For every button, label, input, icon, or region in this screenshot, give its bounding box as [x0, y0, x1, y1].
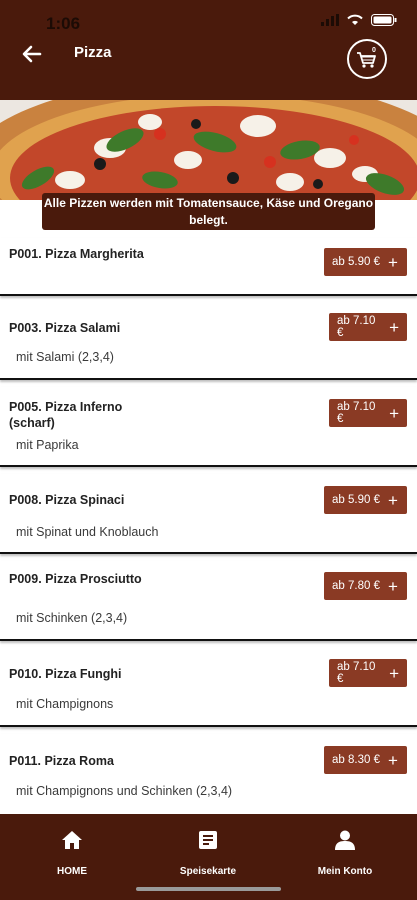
item-description: mit Champignons und Schinken (2,3,4) — [16, 784, 233, 798]
price-label: ab 5.90 € — [332, 494, 380, 506]
item-description: mit Champignons — [16, 697, 114, 711]
menu-item[interactable]: P008. Pizza Spinaci mit Spinat und Knobl… — [0, 474, 417, 554]
add-to-cart-button[interactable]: ab 5.90 € + — [324, 486, 407, 514]
add-to-cart-button[interactable]: ab 5.90 € + — [324, 248, 407, 276]
item-name: P011. Pizza Roma — [9, 754, 114, 768]
user-icon — [335, 830, 355, 850]
price-label: ab 8.30 € — [332, 754, 380, 766]
menu-item[interactable]: P003. Pizza Salami mit Salami (2,3,4) ab… — [0, 300, 417, 380]
menu-item[interactable]: P001. Pizza Margherita ab 5.90 € + — [0, 238, 417, 296]
add-to-cart-button[interactable]: ab 7.10 € + — [329, 659, 407, 687]
item-name: P009. Pizza Prosciutto — [9, 572, 142, 586]
status-icons — [321, 14, 397, 26]
item-name: P003. Pizza Salami — [9, 321, 121, 335]
banner-text: Alle Pizzen werden mit Tomatensauce, Käs… — [43, 195, 374, 227]
battery-icon — [371, 14, 397, 26]
page-title: Pizza — [74, 44, 112, 61]
cart-count-badge: 0 — [372, 47, 376, 54]
menu-item[interactable]: P011. Pizza Roma mit Champignons und Sch… — [0, 734, 417, 816]
plus-icon: + — [387, 490, 398, 510]
item-description: mit Schinken (2,3,4) — [16, 611, 128, 625]
home-indicator — [136, 887, 281, 891]
add-to-cart-button[interactable]: ab 7.10 € + — [329, 313, 407, 341]
plus-icon: + — [387, 252, 398, 272]
item-description: mit Spinat und Knoblauch — [16, 525, 159, 539]
item-description: mit Paprika — [16, 438, 79, 452]
nav-home-label: HOME — [57, 866, 87, 877]
pizza-info-banner: Alle Pizzen werden mit Tomatensauce, Käs… — [42, 193, 375, 230]
price-label: ab 7.10 € — [337, 661, 376, 685]
price-label: ab 5.90 € — [332, 256, 380, 268]
nav-account-label: Mein Konto — [317, 866, 373, 877]
menu-item[interactable]: P009. Pizza Prosciutto mit Schinken (2,3… — [0, 561, 417, 641]
plus-icon: + — [389, 317, 399, 337]
cart-icon — [357, 52, 376, 68]
item-name: P005. Pizza Inferno (scharf) — [9, 400, 123, 430]
cart-button[interactable]: 0 — [347, 39, 387, 79]
back-button[interactable] — [20, 42, 46, 66]
add-to-cart-button[interactable]: ab 7.80 € + — [324, 572, 407, 600]
add-to-cart-button[interactable]: ab 8.30 € + — [324, 746, 407, 774]
add-to-cart-button[interactable]: ab 7.10 € + — [329, 399, 407, 427]
pizza-photo — [0, 100, 417, 200]
wifi-icon — [347, 14, 363, 25]
nav-menu[interactable]: Speisekarte — [153, 830, 263, 877]
plus-icon: + — [387, 750, 398, 770]
price-label: ab 7.10 € — [337, 315, 376, 339]
menu-item[interactable]: P010. Pizza Funghi mit Champignons ab 7.… — [0, 647, 417, 727]
price-label: ab 7.80 € — [332, 580, 380, 592]
arrow-left-icon — [22, 45, 42, 63]
pizza-hero-image — [0, 100, 417, 200]
home-icon — [62, 831, 82, 849]
plus-icon: + — [389, 663, 399, 683]
nav-menu-label: Speisekarte — [179, 866, 237, 877]
app-header: 1:06 Pizza 0 — [0, 0, 417, 100]
nav-home[interactable]: HOME — [17, 830, 127, 877]
menu-card-icon — [199, 831, 217, 849]
plus-icon: + — [387, 576, 398, 596]
item-name: P008. Pizza Spinaci — [9, 493, 125, 507]
item-name: P001. Pizza Margherita — [9, 247, 144, 261]
signal-icon — [321, 14, 339, 26]
menu-item[interactable]: P005. Pizza Inferno (scharf) mit Paprika… — [0, 387, 417, 467]
plus-icon: + — [389, 403, 399, 423]
item-description: mit Salami (2,3,4) — [16, 350, 114, 364]
nav-account[interactable]: Mein Konto — [290, 830, 400, 877]
item-name: P010. Pizza Funghi — [9, 667, 122, 681]
price-label: ab 7.10 € — [337, 401, 376, 425]
status-time: 1:06 — [46, 14, 81, 33]
